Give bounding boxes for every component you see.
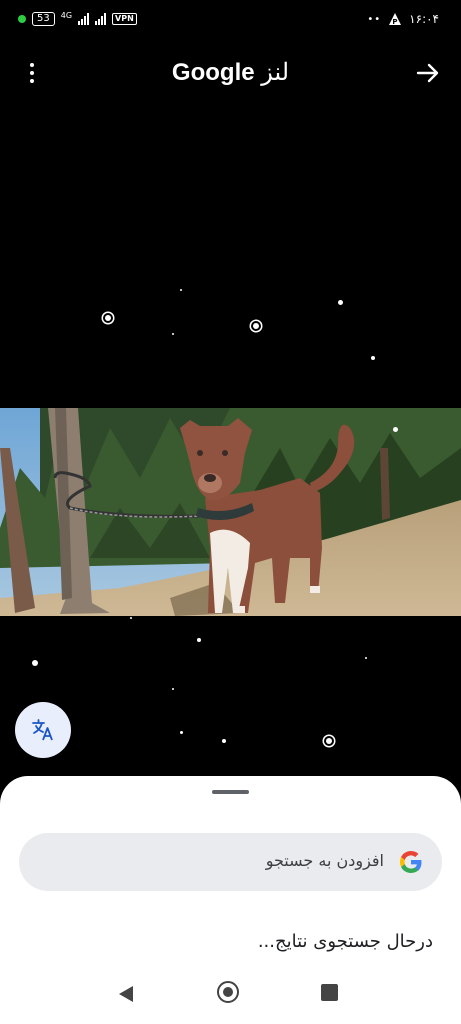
sparkle-dot [338,300,343,305]
sparkle-dot [365,657,367,659]
add-to-search-field[interactable]: افزودن به جستجو [19,833,442,891]
results-bottom-sheet[interactable]: افزودن به جستجو درحال جستجوی نتایج... [0,776,461,1024]
sparkle-ring [326,738,332,744]
sparkle-dot [180,731,183,734]
sparkle-dot [32,660,38,666]
nav-recents-icon[interactable] [321,984,338,1001]
sparkle-dot [130,617,132,619]
sparkle-dot [172,688,174,690]
sparkle-dot [172,333,174,335]
sparkle-ring [253,323,259,329]
searching-status: درحال جستجوی نتایج... [257,931,433,952]
recording-dot-icon [18,15,26,23]
page-title: Google لنز [0,58,461,87]
dog-photo-image [0,408,461,616]
title-brand: Google [171,59,255,86]
sparkle-dot [393,427,398,432]
system-nav-bar [0,972,461,1024]
add-to-search-placeholder: افزودن به جستجو [265,851,384,870]
clock: ۱۶:۰۴ [409,12,439,26]
lens-top-bar: Google لنز [0,52,461,96]
network-type: 4G [60,11,73,20]
nav-home-icon[interactable] [217,981,239,1003]
vpn-badge: VPN [112,13,137,25]
status-bar: 53 4G VPN •• P ۱۶:۰۴ [0,0,461,44]
signal-icon [78,13,90,25]
drag-handle[interactable] [212,790,249,794]
battery-indicator: 53 [32,12,55,26]
google-g-icon [400,851,422,873]
translate-button[interactable] [15,702,71,758]
sparkle-ring [105,315,111,321]
title-word: لنز [261,59,290,86]
nav-back-icon[interactable] [117,985,135,1003]
translate-icon [32,719,53,741]
sparkle-dot [222,739,226,743]
sparkle-dot [197,638,201,642]
parking-icon: P [389,13,402,25]
arrow-forward-icon[interactable] [415,60,441,86]
signal-icon-2 [95,13,107,25]
svg-text:P: P [393,18,398,25]
sparkle-dot [371,356,375,360]
captured-photo[interactable] [0,408,461,616]
notification-dots-icon: •• [367,13,382,25]
sparkle-dot [180,289,182,291]
